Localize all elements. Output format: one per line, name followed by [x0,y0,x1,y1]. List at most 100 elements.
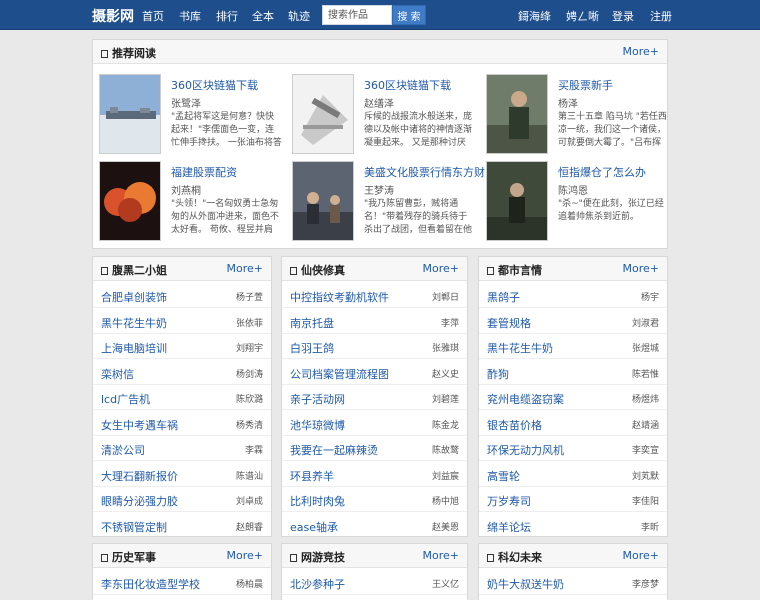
list-item[interactable]: 黑鸽子 杨宇 [479,282,667,308]
rec-item[interactable]: 恒指爆仓了怎么办 陈鸿恩 "杀~"便在此刻，张辽已经追着帅焦杀到近前。 [486,161,671,243]
list-item[interactable]: 眼睛分泌强力胶 刘卓成 [93,486,271,512]
list-item[interactable]: 黑牛花生牛奶 张煜城 [479,333,667,359]
list-item[interactable]: 环保无动力风机 李奕宣 [479,435,667,461]
header-link-2[interactable]: 娉ㄥ唽 [566,8,599,24]
list-title[interactable]: 奶牛大叔送牛奶 [487,576,564,592]
list-item[interactable]: 李东田化妆造型学校 杨柏晨 [93,569,271,595]
rec-title[interactable]: 恒指爆仓了怎么办 [558,164,646,180]
list-item[interactable]: 公司档案管理流程图 赵义史 [282,359,467,385]
book-cover[interactable] [99,161,161,241]
list-title[interactable]: 公司档案管理流程图 [290,366,389,382]
nav-complete[interactable]: 全本 [252,8,274,24]
more-link[interactable]: More+ [623,45,660,58]
more-link[interactable]: More+ [623,262,660,275]
login-link[interactable]: 登录 [612,8,634,24]
list-title[interactable]: 清淤公司 [101,442,145,458]
list-item[interactable]: ease轴承 赵美恩 [282,512,467,538]
more-link[interactable]: More+ [423,549,460,562]
list-title[interactable]: 兖州电缆盗窃案 [487,391,564,407]
list-title[interactable]: 眼睛分泌强力胶 [101,493,178,509]
list-item[interactable]: 女生中考遇车祸 杨秀清 [93,410,271,436]
list-item[interactable]: 奶牛大叔送牛奶 李彦梦 [479,569,667,595]
nav-library[interactable]: 书库 [179,8,201,24]
list-item[interactable]: 池华琼微博 陈金龙 [282,410,467,436]
list-item[interactable]: 北沙参种子 王义亿 [282,569,467,595]
list-title[interactable]: 我要在一起麻辣烫 [290,442,378,458]
list-title[interactable]: 大理石翻新报价 [101,468,178,484]
list-title[interactable]: 池华琼微博 [290,417,345,433]
more-link[interactable]: More+ [423,262,460,275]
more-link[interactable]: More+ [623,549,660,562]
rec-title[interactable]: 360区块链猫下载 [171,77,258,93]
rec-item[interactable]: 福建股票配资 刘燕桐 "头领！"一名匈奴勇士急匆匆的从外面冲进来，面色不太好看。… [99,161,284,243]
more-link[interactable]: More+ [227,262,264,275]
more-link[interactable]: More+ [227,549,264,562]
list-item[interactable]: 中控指纹考勤机软件 刘郸日 [282,282,467,308]
search-button[interactable]: 搜 索 [392,5,426,25]
list-item[interactable]: 黑牛花生牛奶 张依菲 [93,308,271,334]
list-title[interactable]: 女生中考遇车祸 [101,417,178,433]
rec-title[interactable]: 买股票新手 [558,77,613,93]
header-link-1[interactable]: 鎶海绛 [518,8,551,24]
site-logo[interactable]: 摄影网 [92,6,134,26]
list-title[interactable]: 银杏苗价格 [487,417,542,433]
list-title[interactable]: 李东田化妆造型学校 [101,576,200,592]
list-title[interactable]: 万岁寿司 [487,493,531,509]
list-item[interactable]: 套管规格 刘淑君 [479,308,667,334]
list-item[interactable]: 万岁寿司 李佳阳 [479,486,667,512]
list-title[interactable]: 环县养羊 [290,468,334,484]
nav-ranking[interactable]: 排行 [216,8,238,24]
list-title[interactable]: ease轴承 [290,519,338,535]
list-title[interactable]: 栾树信 [101,366,134,382]
list-title[interactable]: 南京托盘 [290,315,334,331]
list-title[interactable]: lcd广告机 [101,391,150,407]
list-title[interactable]: 黑牛花生牛奶 [487,340,553,356]
list-title[interactable]: 亲子活动网 [290,391,345,407]
list-item[interactable]: 上海电脑培训 刘翔宇 [93,333,271,359]
book-cover[interactable] [292,161,354,241]
list-item[interactable]: 合肥卓创装饰 杨子萱 [93,282,271,308]
list-title[interactable]: 不锈钢管定制 [101,519,167,535]
list-item[interactable]: 绵羊论坛 李昕 [479,512,667,538]
list-item[interactable]: 兖州电缆盗窃案 杨煜炜 [479,384,667,410]
list-item[interactable]: 清淤公司 李霖 [93,435,271,461]
list-title[interactable]: 北沙参种子 [290,576,345,592]
register-link[interactable]: 注册 [650,8,672,24]
nav-home[interactable]: 首页 [142,8,164,24]
rec-title[interactable]: 美盛文化股票行情东方财 [364,164,485,180]
list-title[interactable]: 比利时肉兔 [290,493,345,509]
list-title[interactable]: 套管规格 [487,315,531,331]
list-title[interactable]: 绵羊论坛 [487,519,531,535]
list-item[interactable]: 我要在一起麻辣烫 陈故鹜 [282,435,467,461]
rec-item[interactable]: 360区块链猫下载 张鹭泽 "孟起将军这是何意？快快起来！"李儒面色一变，连忙伸… [99,74,284,156]
rec-title[interactable]: 360区块链猫下载 [364,77,451,93]
list-item[interactable]: 不锈钢管定制 赵朗睿 [93,512,271,538]
list-item[interactable]: 南京托盘 李萍 [282,308,467,334]
search-input[interactable] [322,5,392,25]
list-item[interactable]: 酢狗 陈若惟 [479,359,667,385]
rec-item[interactable]: 买股票新手 杨泽 第三十五章 陷马坑 "若任西凉一统，我们这一个诸侯，可就要倒大… [486,74,671,156]
rec-item[interactable]: 美盛文化股票行情东方财 王梦涛 "我乃陈留曹彭，贼将通名！"带着残存的骑兵待于杀… [292,161,485,243]
nav-history[interactable]: 轨迹 [288,8,310,24]
book-cover[interactable] [99,74,161,154]
list-title[interactable]: 中控指纹考勤机软件 [290,289,389,305]
list-item[interactable]: 比利时肉兔 杨中旭 [282,486,467,512]
list-item[interactable]: 环县养羊 刘益宸 [282,461,467,487]
list-title[interactable]: 酢狗 [487,366,509,382]
list-title[interactable]: 上海电脑培训 [101,340,167,356]
list-item[interactable]: lcd广告机 陈欣潞 [93,384,271,410]
list-item[interactable]: 高雪轮 刘芄默 [479,461,667,487]
list-item[interactable]: 栾树信 杨剑涛 [93,359,271,385]
rec-title[interactable]: 福建股票配资 [171,164,237,180]
list-title[interactable]: 黑牛花生牛奶 [101,315,167,331]
list-title[interactable]: 高雪轮 [487,468,520,484]
list-item[interactable]: 白羽王鸽 张雅琪 [282,333,467,359]
list-title[interactable]: 黑鸽子 [487,289,520,305]
book-cover[interactable] [486,74,548,154]
list-title[interactable]: 环保无动力风机 [487,442,564,458]
rec-item[interactable]: 360区块链猫下载 赵缮泽 斥候的战报流水般送来，庞德以及帐中诸将的神情逐渐凝重… [292,74,477,156]
book-cover[interactable] [486,161,548,241]
list-item[interactable]: 亲子活动网 刘碧莲 [282,384,467,410]
list-item[interactable]: 银杏苗价格 赵靖涵 [479,410,667,436]
list-title[interactable]: 合肥卓创装饰 [101,289,167,305]
